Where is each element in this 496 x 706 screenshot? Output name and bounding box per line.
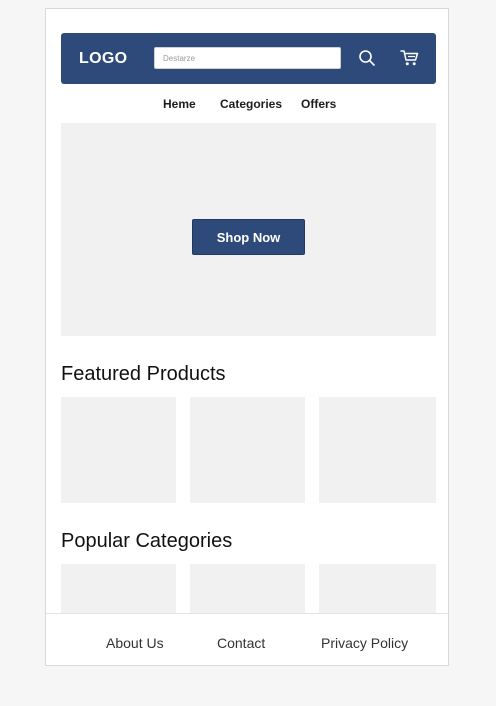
nav-item-home[interactable]: Heme	[163, 96, 196, 112]
featured-product-card[interactable]	[190, 397, 305, 503]
main-nav: Heme Categories Offers	[46, 93, 448, 115]
nav-item-offers[interactable]: Offers	[301, 96, 336, 112]
popular-categories-title: Popular Categories	[61, 530, 233, 552]
footer-link-contact[interactable]: Contact	[217, 634, 265, 652]
footer: About Us Contact Privacy Policy	[46, 613, 448, 665]
search-button[interactable]	[356, 47, 378, 69]
logo[interactable]: LOGO	[79, 49, 127, 69]
footer-link-privacy-policy[interactable]: Privacy Policy	[321, 634, 408, 652]
footer-link-about-us[interactable]: About Us	[106, 634, 164, 652]
header-bar: LOGO	[61, 33, 436, 84]
featured-product-card[interactable]	[61, 397, 176, 503]
nav-item-categories[interactable]: Categories	[220, 96, 282, 112]
shop-now-button[interactable]: Shop Now	[192, 219, 305, 255]
featured-products-title: Featured Products	[61, 363, 226, 385]
cart-icon	[399, 50, 418, 66]
hero-banner: Shop Now	[61, 123, 436, 336]
featured-product-card[interactable]	[319, 397, 436, 503]
search-icon	[359, 50, 375, 66]
search-input[interactable]	[154, 47, 341, 69]
cart-button[interactable]	[398, 47, 420, 69]
page-frame: LOGO Heme Categories Offers Shop Now Fea…	[45, 8, 449, 666]
